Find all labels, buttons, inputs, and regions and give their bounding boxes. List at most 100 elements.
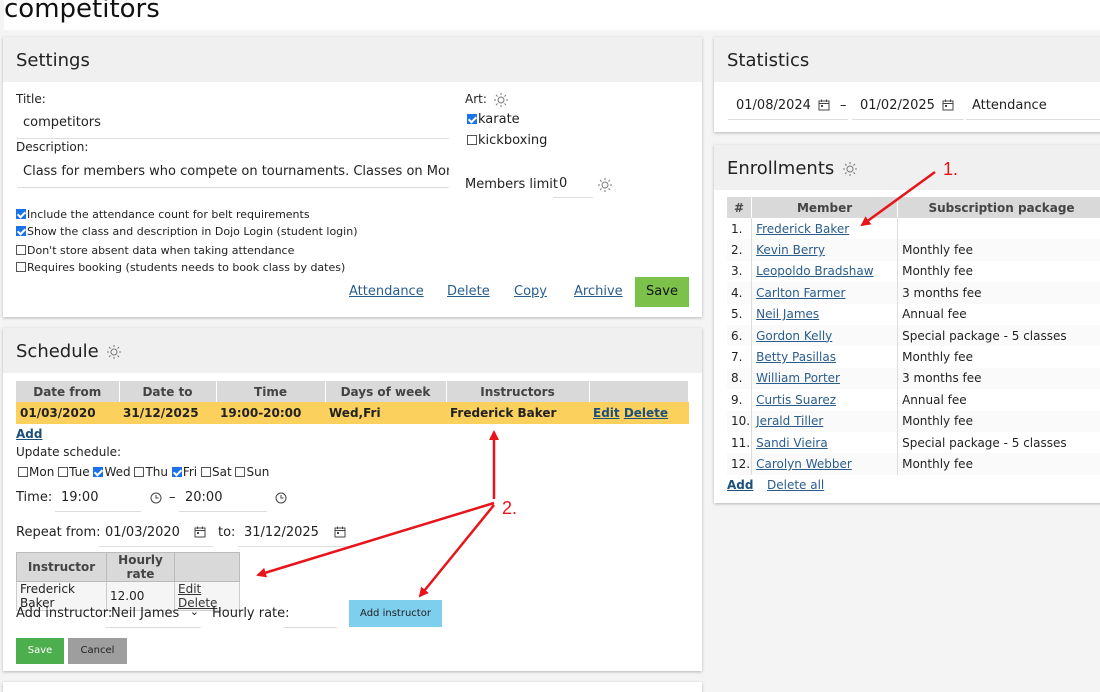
update-schedule-label: Update schedule: xyxy=(16,445,122,459)
column-header: Hourly rate xyxy=(106,552,175,582)
member-link[interactable]: Carolyn Webber xyxy=(756,457,852,471)
kickboxing-checkbox[interactable] xyxy=(467,135,477,145)
option-checkbox[interactable] xyxy=(16,226,26,236)
edit-link[interactable]: Edit xyxy=(178,582,201,596)
lightbulb-icon[interactable] xyxy=(843,162,857,176)
date-from-cell: 01/03/2020 xyxy=(20,406,96,420)
option-checkbox[interactable] xyxy=(16,262,26,272)
calendar-icon[interactable] xyxy=(194,526,206,538)
option-checkbox[interactable] xyxy=(16,209,26,219)
calendar-icon[interactable] xyxy=(818,99,830,111)
to-label: to: xyxy=(218,525,236,540)
member-cell: Curtis Suarez xyxy=(751,389,899,411)
member-cell: Neil James xyxy=(751,303,899,325)
calendar-icon[interactable] xyxy=(942,99,954,111)
member-link[interactable]: Kevin Berry xyxy=(756,243,825,257)
stats-type-select[interactable]: Attendance xyxy=(966,92,1100,120)
delete-link[interactable]: Delete xyxy=(447,284,490,299)
delete-link[interactable]: Delete xyxy=(624,406,668,420)
option-dojo-login[interactable]: Show the class and description in Dojo L… xyxy=(16,225,357,238)
option-attendance-count[interactable]: Include the attendance count for belt re… xyxy=(16,208,310,221)
save-button[interactable]: Save xyxy=(635,277,689,307)
art-karate[interactable]: karate xyxy=(467,112,520,127)
delete-all-link[interactable]: Delete all xyxy=(767,478,824,492)
day-checkbox[interactable] xyxy=(58,467,69,477)
day-checkbox[interactable] xyxy=(235,467,246,477)
option-checkbox[interactable] xyxy=(16,245,26,255)
art-kickboxing[interactable]: kickboxing xyxy=(467,133,547,148)
day-checkbox[interactable] xyxy=(200,467,211,477)
column-header: Member xyxy=(751,197,899,218)
member-link[interactable]: Sandi Vieira xyxy=(756,436,828,450)
column-header xyxy=(174,552,240,582)
day-fri[interactable]: Fri xyxy=(171,465,197,479)
lightbulb-icon[interactable] xyxy=(598,178,612,192)
row-number-cell: 12. xyxy=(727,453,753,475)
day-sat[interactable]: Sat xyxy=(200,465,232,479)
table-row: 9. Curtis Suarez Annual fee xyxy=(727,389,1100,411)
members-limit-input[interactable]: 0 xyxy=(553,172,593,198)
time-from-input[interactable]: 19:00 xyxy=(55,484,141,512)
day-thu[interactable]: Thu xyxy=(134,465,168,479)
clock-icon[interactable] xyxy=(150,492,162,504)
day-label: Sat xyxy=(211,465,232,479)
add-instructor-select-value: Neil James xyxy=(111,606,180,621)
member-link[interactable]: Curtis Suarez xyxy=(756,393,836,407)
row-number-cell: 6. xyxy=(727,324,753,347)
member-link[interactable]: Neil James xyxy=(756,307,819,321)
member-link[interactable]: Carlton Farmer xyxy=(756,286,845,300)
day-wed[interactable]: Wed xyxy=(93,465,131,479)
row-number-cell: 1. xyxy=(727,218,753,240)
package-cell: Monthly fee xyxy=(897,239,1100,261)
karate-checkbox[interactable] xyxy=(467,114,477,124)
day-label: Sun xyxy=(246,465,270,479)
package-cell: Monthly fee xyxy=(902,264,973,279)
enrollments-heading-bar: Enrollments xyxy=(714,145,1100,190)
option-requires-booking[interactable]: Requires booking (students needs to book… xyxy=(16,261,345,274)
day-tue[interactable]: Tue xyxy=(58,465,90,479)
cancel-button[interactable]: Cancel xyxy=(68,638,127,664)
table-row: 1. Frederick Baker xyxy=(727,218,1100,240)
calendar-icon[interactable] xyxy=(334,526,346,538)
member-link[interactable]: Leopoldo Bradshaw xyxy=(756,264,873,278)
hourly-rate-input[interactable] xyxy=(283,600,337,628)
member-link[interactable]: Gordon Kelly xyxy=(756,329,832,343)
add-instructor-button[interactable]: Add instructor xyxy=(349,600,442,627)
schedule-save-button[interactable]: Save xyxy=(16,638,64,664)
statistics-heading: Statistics xyxy=(714,37,1100,82)
archive-link[interactable]: Archive xyxy=(574,284,623,299)
days-cell: Wed,Fri xyxy=(329,406,381,420)
member-link[interactable]: Jerald Tiller xyxy=(756,414,823,428)
day-checkbox[interactable] xyxy=(134,467,145,477)
add-schedule-link[interactable]: Add xyxy=(16,427,42,441)
add-instructor-select[interactable]: Neil James ⌄ xyxy=(105,600,201,628)
instructors-cell: Frederick Baker xyxy=(450,406,557,420)
stats-date-from-input[interactable]: 01/08/2024 xyxy=(728,92,848,120)
lightbulb-icon[interactable] xyxy=(107,345,122,359)
member-link[interactable]: William Porter xyxy=(756,371,840,385)
repeat-from-label: Repeat from: xyxy=(16,525,101,540)
day-checkbox[interactable] xyxy=(171,467,182,477)
add-enrollment-link[interactable]: Add xyxy=(727,478,753,492)
title-input[interactable]: competitors xyxy=(17,115,449,139)
statistics-panel: Statistics 01/08/2024 – 01/02/2025 Atten… xyxy=(714,37,1100,132)
day-mon[interactable]: Mon xyxy=(18,465,54,479)
clock-icon[interactable] xyxy=(275,492,287,504)
member-cell: Carlton Farmer xyxy=(751,282,899,304)
time-cell: 19:00-20:00 xyxy=(220,406,302,420)
member-link[interactable]: Betty Pasillas xyxy=(756,350,836,364)
description-input[interactable]: Class for members who compete on tournam… xyxy=(17,164,449,188)
attendance-link[interactable]: Attendance xyxy=(349,284,424,299)
member-link[interactable]: Frederick Baker xyxy=(756,222,849,236)
table-row[interactable]: 01/03/2020 31/12/2025 19:00-20:00 Wed,Fr… xyxy=(16,402,689,424)
edit-link[interactable]: Edit xyxy=(593,406,620,420)
option-absent-data[interactable]: Don't store absent data when taking atte… xyxy=(16,244,294,257)
column-header: Subscription package xyxy=(897,197,1100,218)
time-to-input[interactable]: 20:00 xyxy=(179,484,267,512)
lightbulb-icon[interactable] xyxy=(493,92,508,107)
day-sun[interactable]: Sun xyxy=(235,465,269,479)
package-cell: Annual fee xyxy=(902,392,967,407)
day-checkbox[interactable] xyxy=(93,467,104,477)
day-checkbox[interactable] xyxy=(18,467,28,477)
copy-link[interactable]: Copy xyxy=(514,284,547,299)
